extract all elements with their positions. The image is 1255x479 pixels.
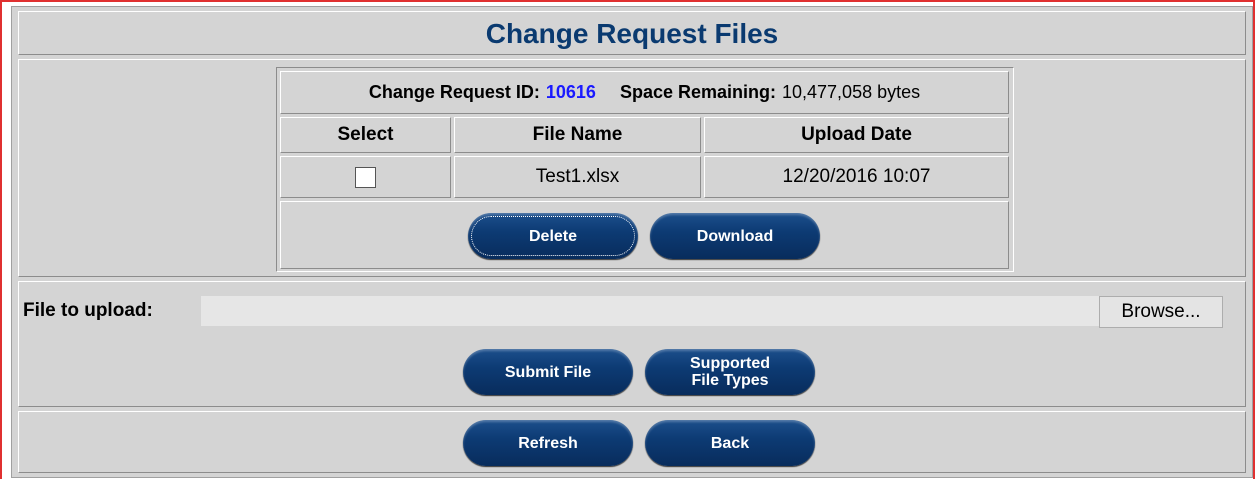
submit-file-button[interactable]: Submit File	[463, 349, 633, 395]
upload-date-cell: 12/20/2016 10:07	[704, 156, 1009, 198]
space-remaining-label: Space Remaining:	[619, 82, 776, 102]
file-name-cell: Test1.xlsx	[454, 156, 701, 198]
supported-file-types-line1: Supported	[690, 355, 770, 372]
delete-button[interactable]: Delete	[468, 213, 638, 259]
file-path-input[interactable]	[201, 296, 1099, 326]
space-remaining-value: 10,477,058 bytes	[782, 82, 921, 102]
window-frame: Change Request Files Change Request ID: …	[0, 0, 1255, 479]
back-button[interactable]: Back	[645, 420, 815, 466]
refresh-button[interactable]: Refresh	[463, 420, 633, 466]
request-id-label: Change Request ID:	[368, 82, 540, 102]
change-request-files-panel: Change Request Files Change Request ID: …	[11, 6, 1253, 478]
supported-file-types-line2: File Types	[691, 372, 769, 389]
files-table: Change Request ID: 10616 Space Remaining…	[276, 67, 1014, 272]
request-id-value: 10616	[545, 82, 596, 102]
column-header-select: Select	[280, 117, 451, 153]
column-header-file-name: File Name	[454, 117, 701, 153]
download-button[interactable]: Download	[650, 213, 820, 259]
navigation-section: Refresh Back	[18, 411, 1246, 473]
file-actions: Delete Download	[280, 201, 1009, 269]
file-select-checkbox[interactable]	[355, 166, 376, 188]
request-info: Change Request ID: 10616 Space Remaining…	[280, 71, 1009, 114]
upload-section: File to upload: Browse... Submit File Su…	[18, 281, 1246, 407]
page-title: Change Request Files	[18, 11, 1246, 55]
files-section: Change Request ID: 10616 Space Remaining…	[18, 59, 1246, 277]
table-row-select-cell	[280, 156, 451, 198]
supported-file-types-button[interactable]: Supported File Types	[645, 349, 815, 395]
column-header-upload-date: Upload Date	[704, 117, 1009, 153]
browse-button[interactable]: Browse...	[1099, 296, 1223, 328]
file-to-upload-label: File to upload:	[23, 300, 153, 321]
